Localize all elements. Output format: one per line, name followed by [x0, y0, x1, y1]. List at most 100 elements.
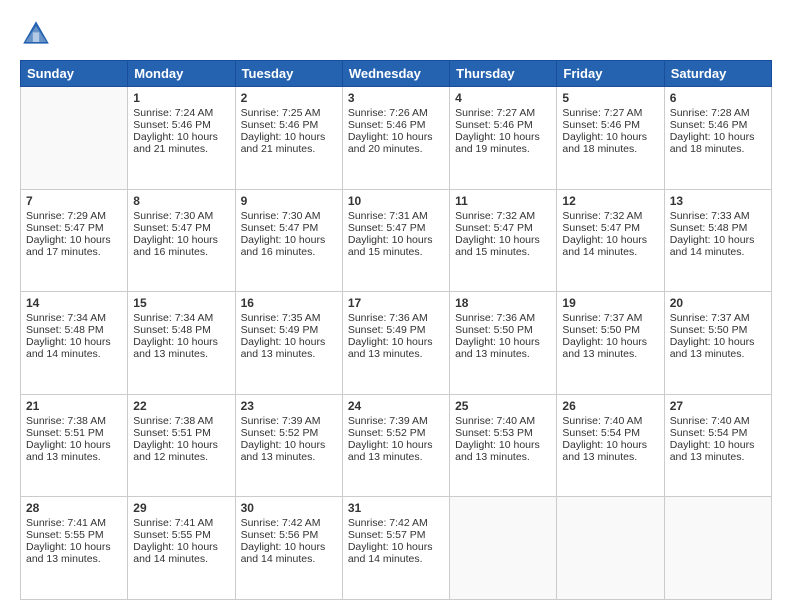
calendar-cell: 6Sunrise: 7:28 AMSunset: 5:46 PMDaylight… [664, 87, 771, 190]
day-info-line: and 13 minutes. [26, 451, 122, 463]
calendar-header-row: SundayMondayTuesdayWednesdayThursdayFrid… [21, 61, 772, 87]
day-number: 16 [241, 296, 337, 310]
calendar-week-row: 21Sunrise: 7:38 AMSunset: 5:51 PMDayligh… [21, 394, 772, 497]
calendar-day-header: Wednesday [342, 61, 449, 87]
calendar-cell [21, 87, 128, 190]
day-info-line: and 16 minutes. [241, 246, 337, 258]
day-info-line: and 13 minutes. [670, 348, 766, 360]
day-number: 10 [348, 194, 444, 208]
day-number: 19 [562, 296, 658, 310]
day-info-line: Daylight: 10 hours [348, 234, 444, 246]
day-info-line: Sunset: 5:48 PM [26, 324, 122, 336]
day-info-line: Daylight: 10 hours [26, 541, 122, 553]
calendar-week-row: 1Sunrise: 7:24 AMSunset: 5:46 PMDaylight… [21, 87, 772, 190]
day-info-line: Sunrise: 7:27 AM [455, 107, 551, 119]
day-info-line: Daylight: 10 hours [348, 541, 444, 553]
day-info-line: and 13 minutes. [455, 451, 551, 463]
day-info-line: and 15 minutes. [455, 246, 551, 258]
day-info-line: Sunrise: 7:36 AM [348, 312, 444, 324]
day-info-line: Sunrise: 7:39 AM [241, 415, 337, 427]
day-info-line: and 21 minutes. [133, 143, 229, 155]
calendar-cell [557, 497, 664, 600]
day-info-line: and 12 minutes. [133, 451, 229, 463]
day-number: 8 [133, 194, 229, 208]
day-info-line: Daylight: 10 hours [562, 439, 658, 451]
day-info-line: Daylight: 10 hours [133, 131, 229, 143]
day-info-line: and 19 minutes. [455, 143, 551, 155]
calendar-day-header: Friday [557, 61, 664, 87]
day-info-line: Sunset: 5:46 PM [455, 119, 551, 131]
day-info-line: Sunrise: 7:37 AM [562, 312, 658, 324]
day-info-line: Daylight: 10 hours [133, 541, 229, 553]
calendar-week-row: 14Sunrise: 7:34 AMSunset: 5:48 PMDayligh… [21, 292, 772, 395]
day-number: 21 [26, 399, 122, 413]
day-info-line: Sunset: 5:47 PM [562, 222, 658, 234]
calendar-cell: 14Sunrise: 7:34 AMSunset: 5:48 PMDayligh… [21, 292, 128, 395]
day-info-line: and 13 minutes. [241, 348, 337, 360]
day-number: 22 [133, 399, 229, 413]
day-info-line: Sunrise: 7:34 AM [133, 312, 229, 324]
day-info-line: Sunset: 5:46 PM [133, 119, 229, 131]
day-number: 6 [670, 91, 766, 105]
day-info-line: Sunrise: 7:30 AM [133, 210, 229, 222]
day-info-line: Sunset: 5:50 PM [670, 324, 766, 336]
calendar-cell: 21Sunrise: 7:38 AMSunset: 5:51 PMDayligh… [21, 394, 128, 497]
calendar-cell: 2Sunrise: 7:25 AMSunset: 5:46 PMDaylight… [235, 87, 342, 190]
day-info-line: Sunrise: 7:36 AM [455, 312, 551, 324]
day-info-line: Sunset: 5:48 PM [670, 222, 766, 234]
day-info-line: and 13 minutes. [26, 553, 122, 565]
day-info-line: and 14 minutes. [348, 553, 444, 565]
calendar-cell: 31Sunrise: 7:42 AMSunset: 5:57 PMDayligh… [342, 497, 449, 600]
calendar-day-header: Sunday [21, 61, 128, 87]
day-info-line: Sunrise: 7:42 AM [348, 517, 444, 529]
day-info-line: Daylight: 10 hours [26, 336, 122, 348]
day-info-line: Sunset: 5:49 PM [241, 324, 337, 336]
calendar-table: SundayMondayTuesdayWednesdayThursdayFrid… [20, 60, 772, 600]
day-info-line: and 14 minutes. [670, 246, 766, 258]
day-info-line: Daylight: 10 hours [241, 439, 337, 451]
day-info-line: Daylight: 10 hours [670, 234, 766, 246]
day-info-line: and 13 minutes. [348, 348, 444, 360]
calendar-cell: 23Sunrise: 7:39 AMSunset: 5:52 PMDayligh… [235, 394, 342, 497]
day-info-line: Sunset: 5:47 PM [26, 222, 122, 234]
day-info-line: Sunset: 5:54 PM [670, 427, 766, 439]
calendar-cell: 22Sunrise: 7:38 AMSunset: 5:51 PMDayligh… [128, 394, 235, 497]
day-info-line: and 16 minutes. [133, 246, 229, 258]
day-info-line: Daylight: 10 hours [348, 439, 444, 451]
day-number: 29 [133, 501, 229, 515]
day-info-line: Sunrise: 7:42 AM [241, 517, 337, 529]
day-info-line: and 13 minutes. [562, 451, 658, 463]
day-info-line: Sunrise: 7:41 AM [26, 517, 122, 529]
day-info-line: Sunrise: 7:34 AM [26, 312, 122, 324]
day-info-line: Sunrise: 7:28 AM [670, 107, 766, 119]
day-info-line: Sunset: 5:50 PM [562, 324, 658, 336]
calendar-day-header: Tuesday [235, 61, 342, 87]
day-info-line: Sunrise: 7:35 AM [241, 312, 337, 324]
day-info-line: Sunset: 5:55 PM [133, 529, 229, 541]
day-number: 28 [26, 501, 122, 515]
calendar-week-row: 7Sunrise: 7:29 AMSunset: 5:47 PMDaylight… [21, 189, 772, 292]
day-info-line: Daylight: 10 hours [670, 131, 766, 143]
day-info-line: and 20 minutes. [348, 143, 444, 155]
day-info-line: Sunset: 5:47 PM [133, 222, 229, 234]
day-info-line: Sunset: 5:53 PM [455, 427, 551, 439]
day-info-line: Sunrise: 7:29 AM [26, 210, 122, 222]
day-info-line: Sunset: 5:49 PM [348, 324, 444, 336]
day-info-line: Sunrise: 7:27 AM [562, 107, 658, 119]
day-info-line: Daylight: 10 hours [348, 336, 444, 348]
day-info-line: Daylight: 10 hours [241, 336, 337, 348]
day-info-line: Sunrise: 7:40 AM [562, 415, 658, 427]
calendar-cell: 12Sunrise: 7:32 AMSunset: 5:47 PMDayligh… [557, 189, 664, 292]
day-number: 18 [455, 296, 551, 310]
day-info-line: Daylight: 10 hours [562, 131, 658, 143]
day-number: 12 [562, 194, 658, 208]
day-info-line: and 14 minutes. [241, 553, 337, 565]
calendar-cell: 26Sunrise: 7:40 AMSunset: 5:54 PMDayligh… [557, 394, 664, 497]
calendar-week-row: 28Sunrise: 7:41 AMSunset: 5:55 PMDayligh… [21, 497, 772, 600]
day-info-line: and 21 minutes. [241, 143, 337, 155]
day-info-line: Daylight: 10 hours [670, 336, 766, 348]
day-number: 15 [133, 296, 229, 310]
day-info-line: Sunrise: 7:37 AM [670, 312, 766, 324]
calendar-cell: 17Sunrise: 7:36 AMSunset: 5:49 PMDayligh… [342, 292, 449, 395]
day-info-line: and 13 minutes. [241, 451, 337, 463]
